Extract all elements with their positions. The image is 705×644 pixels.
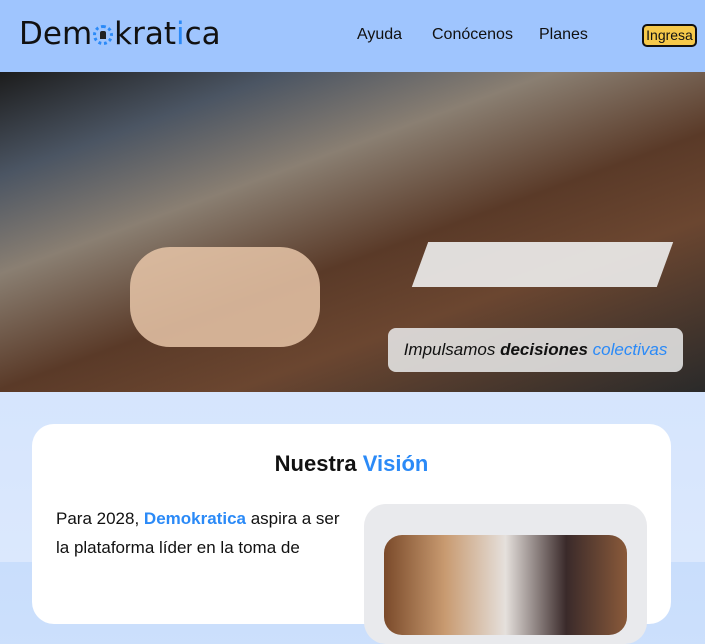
logo[interactable]: Dem kratica [19, 16, 221, 52]
vision-title: Nuestra Visión [32, 451, 671, 477]
login-button[interactable]: Ingresa [642, 24, 697, 47]
nav-link-conocenos[interactable]: Conócenos [432, 26, 513, 44]
vision-card: Nuestra Visión Para 2028, Demokratica as… [32, 424, 671, 644]
hero-caption: Impulsamos decisiones colectivas [388, 328, 683, 372]
nav-link-planes[interactable]: Planes [539, 26, 588, 44]
text-part: Para 2028, [56, 509, 140, 528]
logo-text: ca [184, 16, 221, 52]
caption-text: Impulsamos [403, 340, 496, 359]
navbar: Dem kratica Ayuda Conócenos Planes Ingres… [0, 0, 705, 72]
hero-image: Impulsamos decisiones colectivas [0, 72, 705, 392]
hero-hand [130, 247, 320, 347]
title-text: Nuestra [274, 451, 357, 476]
hero-notebook [411, 242, 674, 287]
gear-bell-icon [93, 25, 114, 45]
brand-name: Demokratica [143, 509, 246, 528]
vision-image-box [364, 504, 647, 644]
caption-accent: colectivas [592, 340, 668, 359]
logo-text: t [163, 16, 176, 52]
logo-text: Dem [19, 16, 93, 52]
logo-text: kra [114, 16, 164, 52]
vision-text: Para 2028, Demokratica aspira a ser la p… [56, 504, 346, 562]
vision-image [384, 535, 627, 635]
caption-bold: decisiones [500, 340, 588, 359]
nav-link-ayuda[interactable]: Ayuda [357, 26, 402, 44]
logo-text-accent: i [176, 16, 185, 52]
title-accent: Visión [362, 451, 429, 476]
